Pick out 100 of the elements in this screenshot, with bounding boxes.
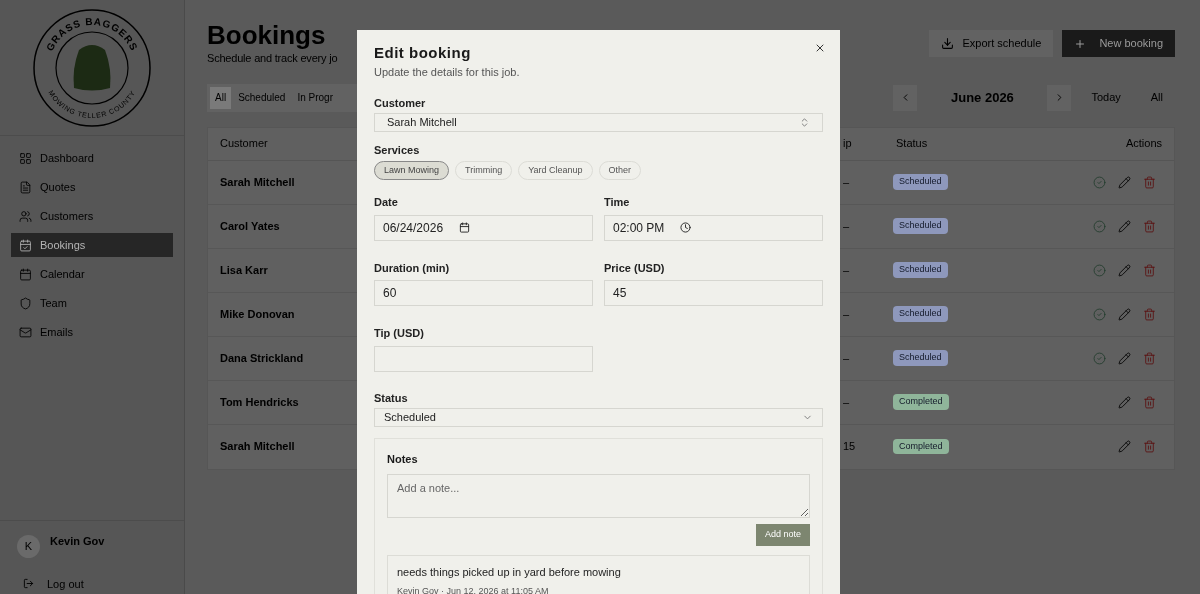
status-badge: Scheduled [893,174,948,190]
tip-cell-text: – [842,174,850,190]
check-circle-icon[interactable] [1093,351,1106,365]
all-button[interactable]: All [1150,89,1163,106]
field-label: Date [374,195,398,210]
notes-label: Notes [387,451,418,467]
clock-icon [680,222,692,233]
status-badge: Scheduled [893,306,948,322]
filter-tab[interactable]: Scheduled [233,86,291,109]
status-badge: Scheduled [893,350,948,366]
note-text: needs things picked up in yard before mowing [397,565,621,580]
logout-link[interactable]: Log out [17,575,167,592]
month-label: June 2026 [949,88,1015,107]
tip-cell-text: – [842,394,850,410]
user-avatar: K [17,534,40,558]
nav-item[interactable]: Team [11,291,173,315]
input-field[interactable]: 45 [604,280,823,306]
close-icon [814,42,826,54]
tip-cell-text: – [842,218,850,234]
delete-icon[interactable] [1143,263,1156,277]
column-header: Status [895,136,928,152]
dialog-title: Edit booking [374,44,471,62]
check-circle-icon[interactable] [1093,175,1106,189]
column-header: Customer [219,136,268,152]
delete-icon[interactable] [1143,351,1156,365]
customer-cell-text: Carol Yates [219,218,280,234]
calendar-check-icon [19,238,32,252]
field-label: Price (USD) [604,260,665,276]
nav-item[interactable]: Customers [11,204,173,228]
field-label: Services [374,142,420,158]
edit-icon[interactable] [1118,263,1131,277]
column-header: ip [842,136,852,152]
dialog-subtitle: Update the details for this job. [374,65,520,80]
customer-cell-text: Dana Strickland [219,350,304,366]
document-icon [19,180,32,194]
calendar-icon [459,222,471,233]
page-subtitle: Schedule and track every jo [207,51,338,66]
edit-icon[interactable] [1118,395,1131,409]
check-circle-icon[interactable] [1093,219,1106,233]
customer-cell-text: Tom Hendricks [219,394,299,410]
field-label: Tip (USD) [374,326,424,341]
input-field[interactable] [374,345,593,372]
nav-item[interactable]: Dashboard [11,146,173,170]
input-field[interactable]: 02:00 PM [604,214,823,241]
status-badge: Scheduled [893,218,948,234]
status-badge: Completed [893,394,949,410]
field-label: Time [604,195,630,210]
customer-cell-text: Sarah Mitchell [219,174,295,190]
column-header: Actions [1124,136,1163,152]
status-select[interactable]: Scheduled [374,408,823,427]
customer-cell-text: Mike Donovan [219,306,295,322]
delete-icon[interactable] [1143,219,1156,233]
users-icon [19,209,32,223]
input-field[interactable]: 06/24/2026 [374,214,593,241]
nav-item[interactable]: Bookings [11,233,173,257]
plus-icon [1074,37,1087,50]
edit-icon[interactable] [1118,440,1131,453]
filter-tab[interactable]: In Progr [292,86,338,109]
customer-cell-text: Lisa Karr [219,262,268,278]
service-chip[interactable]: Lawn Mowing [374,161,450,180]
new-booking-button[interactable]: New booking [1062,30,1175,57]
field-label: Duration (min) [374,260,450,276]
shield-icon [19,296,32,310]
nav-item[interactable]: Quotes [11,175,173,199]
tip-cell-text: – [842,262,850,278]
delete-icon[interactable] [1143,395,1156,409]
add-note-button[interactable]: Add note [755,524,810,546]
page-title: Bookings [207,20,326,50]
calendar-icon [19,267,32,281]
field-label: Status [374,390,408,406]
customer-cell-text: Sarah Mitchell [219,439,295,455]
user-name: Kevin Gov [50,533,105,549]
chevron-updown-icon [799,116,810,128]
note-input[interactable]: Add a note... [387,474,810,518]
today-button[interactable]: Today [1091,89,1121,106]
input-field[interactable]: 60 [374,280,593,306]
logout-icon [23,578,34,590]
edit-icon[interactable] [1118,219,1131,233]
edit-icon[interactable] [1118,175,1131,189]
check-circle-icon[interactable] [1093,307,1106,321]
filter-tab[interactable]: All [210,86,232,109]
note-meta: Kevin Gov · Jun 12, 2026 at 11:05 AM [397,584,549,594]
mail-icon [19,325,32,339]
delete-icon[interactable] [1143,440,1156,453]
nav-item[interactable]: Emails [11,320,173,344]
customer-select[interactable]: Sarah Mitchell [374,113,823,132]
next-month-button[interactable] [1047,84,1072,111]
nav-item[interactable]: Calendar [11,262,173,286]
tip-cell-text: – [842,350,850,366]
tip-cell-text: – [842,306,850,322]
delete-icon[interactable] [1143,307,1156,321]
edit-icon[interactable] [1118,307,1131,321]
export-button[interactable]: Export schedule [928,30,1054,57]
check-circle-icon[interactable] [1093,263,1106,277]
download-icon [940,37,954,50]
field-label: Customer [374,95,426,111]
edit-icon[interactable] [1118,351,1131,365]
previous-month-button[interactable] [893,84,918,111]
tip-cell-text: 15 [842,439,856,455]
delete-icon[interactable] [1143,175,1156,189]
